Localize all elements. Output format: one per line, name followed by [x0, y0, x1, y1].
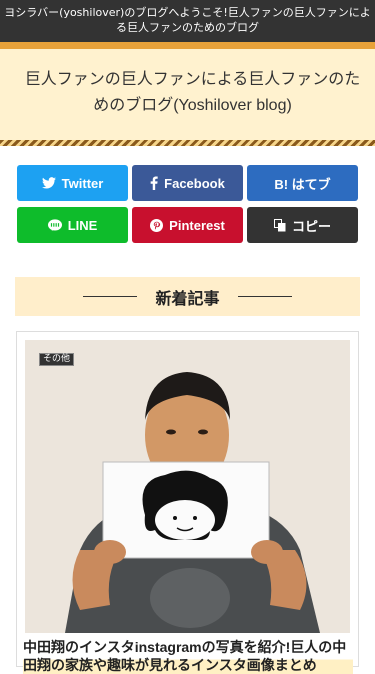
- share-buttons: Twitter Facebook B! はてブ LINE Pinterest コ…: [17, 165, 358, 243]
- line-share-button[interactable]: LINE: [17, 207, 128, 243]
- facebook-share-button[interactable]: Facebook: [132, 165, 243, 201]
- heading-line-right: [237, 296, 292, 297]
- heading-line-left: [83, 296, 138, 297]
- facebook-label: Facebook: [164, 175, 225, 191]
- pinterest-label: Pinterest: [169, 217, 225, 233]
- top-banner-text: ヨシラバー(yoshilover)のブログへようこそ!巨人ファンの巨人ファンによ…: [4, 6, 371, 34]
- twitter-label: Twitter: [61, 175, 104, 191]
- hatena-label: B! はてブ: [274, 176, 331, 192]
- copy-link-button[interactable]: コピー: [247, 207, 358, 243]
- pinterest-share-button[interactable]: Pinterest: [132, 207, 243, 243]
- twitter-icon: [41, 177, 56, 189]
- site-title[interactable]: 巨人ファンの巨人ファンによる巨人ファンのためのブログ(Yoshilover bl…: [20, 67, 365, 119]
- new-articles-heading: 新着記事: [15, 277, 360, 316]
- hatena-bookmark-button[interactable]: B! はてブ: [247, 165, 358, 201]
- line-label: LINE: [67, 217, 98, 233]
- article-thumbnail[interactable]: その他: [25, 340, 350, 633]
- new-articles-title: 新着記事: [155, 290, 220, 308]
- copy-icon: [273, 218, 286, 231]
- site-header: 巨人ファンの巨人ファンによる巨人ファンのためのブログ(Yoshilover bl…: [0, 49, 375, 144]
- category-label[interactable]: その他: [39, 353, 75, 366]
- article-title[interactable]: 中田翔のインスタinstagramの写真を紹介!巨人の中田翔の家族や趣味が見れる…: [23, 638, 353, 674]
- twitter-share-button[interactable]: Twitter: [17, 165, 128, 201]
- header-stripe-divider: [0, 140, 375, 146]
- facebook-icon: [150, 176, 158, 190]
- pinterest-icon: [150, 218, 164, 232]
- player-photo: [25, 340, 350, 633]
- accent-divider: [0, 42, 375, 49]
- copy-label: コピー: [291, 218, 331, 234]
- line-icon: [47, 218, 62, 231]
- article-card[interactable]: その他 中田翔のインスタinstagramの写真を紹介!巨人の中田翔の家族や趣味…: [16, 331, 359, 674]
- top-banner: ヨシラバー(yoshilover)のブログへようこそ!巨人ファンの巨人ファンによ…: [0, 0, 375, 42]
